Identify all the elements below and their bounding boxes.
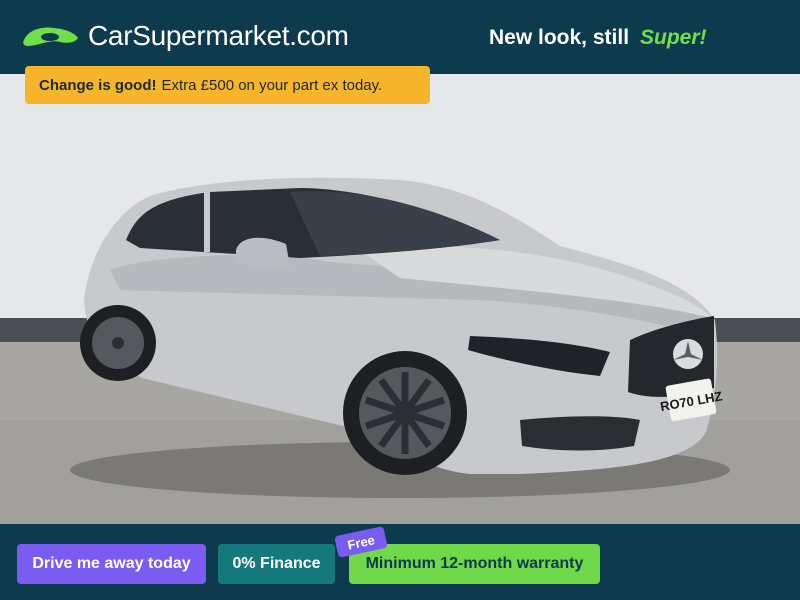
tagline: New look, still [489, 26, 630, 49]
drive-away-button[interactable]: Drive me away today [17, 544, 206, 584]
promo-banner[interactable]: Change is good! Extra £500 on your part … [25, 66, 430, 104]
brand-logo[interactable]: CarSupermarket.com [20, 14, 349, 58]
promo-text: Extra £500 on your part ex today. [161, 76, 383, 94]
car-photo: RO70 LHZ [0, 74, 800, 524]
car-image: RO70 LHZ [0, 74, 800, 524]
tagline-accent: Super! [640, 26, 707, 49]
promo-headline: Change is good! [39, 76, 157, 94]
site-footer: Drive me away today 0% Finance Minimum 1… [0, 524, 800, 600]
site-header: CarSupermarket.com New look, still Super… [0, 0, 800, 74]
car-silhouette-icon [23, 27, 78, 46]
brand-name: CarSupermarket.com [88, 20, 349, 51]
warranty-button[interactable]: Minimum 12-month warranty [349, 544, 600, 584]
finance-button[interactable]: 0% Finance [218, 544, 335, 584]
